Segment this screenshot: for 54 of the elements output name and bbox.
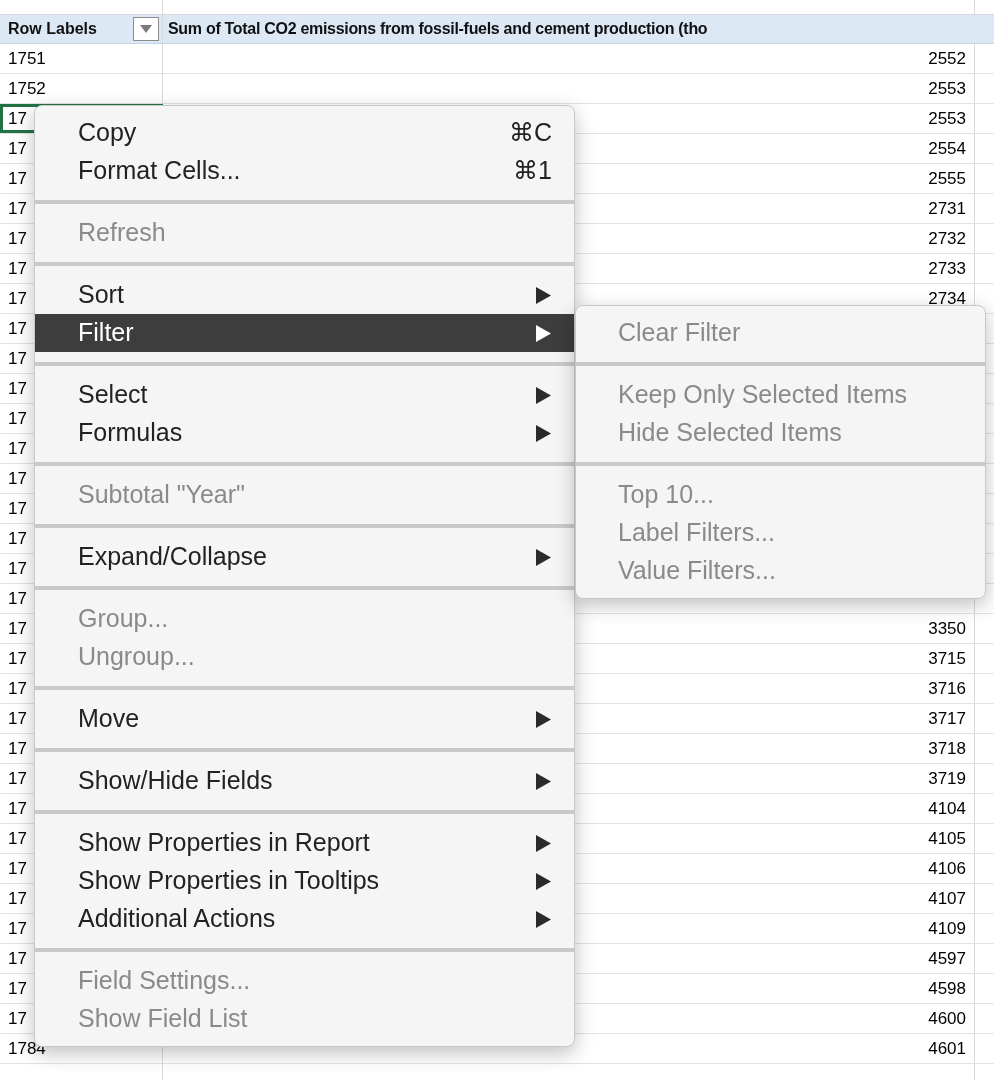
value-cell-text: 4600 [928, 1007, 966, 1030]
value-cell-text: 3717 [928, 707, 966, 730]
menu-item[interactable]: Show Properties in Report [35, 824, 574, 862]
submenu-arrow-icon [535, 834, 552, 852]
menu-item[interactable]: Move [35, 700, 574, 738]
menu-item[interactable]: Formulas [35, 414, 574, 452]
submenu-arrow-icon [535, 910, 552, 928]
submenu-arrow-icon [535, 872, 552, 890]
menu-item[interactable]: Additional Actions [35, 900, 574, 938]
submenu-arrow-icon [535, 324, 552, 342]
menu-item[interactable]: Format Cells... ⌘1 [35, 152, 574, 190]
value-cell-text: 4597 [928, 947, 966, 970]
row-labels-header: Row Labels [8, 19, 97, 39]
value-cell-text: 2731 [928, 197, 966, 220]
value-header: Sum of Total CO2 emissions from fossil-fuels and cement production (tho [168, 19, 708, 39]
menu-item[interactable]: Show/Hide Fields [35, 762, 574, 800]
menu-item[interactable]: Show Properties in Tooltips [35, 862, 574, 900]
menu-item[interactable]: Expand/Collapse [35, 538, 574, 576]
value-cell-text: 3715 [928, 647, 966, 670]
value-cell-text: 4104 [928, 797, 966, 820]
value-cell-text: 4106 [928, 857, 966, 880]
shortcut-label: ⌘1 [513, 155, 552, 187]
menu-item[interactable]: Copy ⌘C [35, 114, 574, 152]
value-cell-text: 3716 [928, 677, 966, 700]
submenu-arrow-icon [535, 772, 552, 790]
value-cell-text: 4601 [928, 1037, 966, 1060]
submenu-arrow-icon [535, 424, 552, 442]
value-cell-text: 2553 [928, 107, 966, 130]
value-cell-text: 3350 [928, 617, 966, 640]
menu-item[interactable]: Sort [35, 276, 574, 314]
filter-dropdown-button[interactable] [133, 17, 159, 41]
submenu-arrow-icon [535, 386, 552, 404]
row-label-cell[interactable]: 1751 [0, 44, 163, 73]
value-cell-text: 2552 [928, 47, 966, 70]
row-label-cell[interactable]: 1752 [0, 74, 163, 103]
menu-item[interactable]: Filter [35, 314, 574, 352]
value-cell-text: 4598 [928, 977, 966, 1000]
value-cell-text: 3719 [928, 767, 966, 790]
value-cell-text: 4109 [928, 917, 966, 940]
value-cell-text: 2734 [928, 287, 966, 310]
menu-item[interactable]: Select [35, 376, 574, 414]
value-cell-text: 4107 [928, 887, 966, 910]
shortcut-label: ⌘C [508, 117, 552, 149]
submenu-arrow-icon [535, 286, 552, 304]
submenu-arrow-icon [535, 548, 552, 566]
value-cell-text: 2554 [928, 137, 966, 160]
submenu-arrow-icon [535, 710, 552, 728]
value-cell-text: 2555 [928, 167, 966, 190]
value-cell-text: 3718 [928, 737, 966, 760]
value-cell-text: 2553 [928, 77, 966, 100]
dropdown-triangle-icon [140, 25, 152, 33]
value-cell-text: 2733 [928, 257, 966, 280]
value-cell-text: 2732 [928, 227, 966, 250]
value-cell-text: 4105 [928, 827, 966, 850]
